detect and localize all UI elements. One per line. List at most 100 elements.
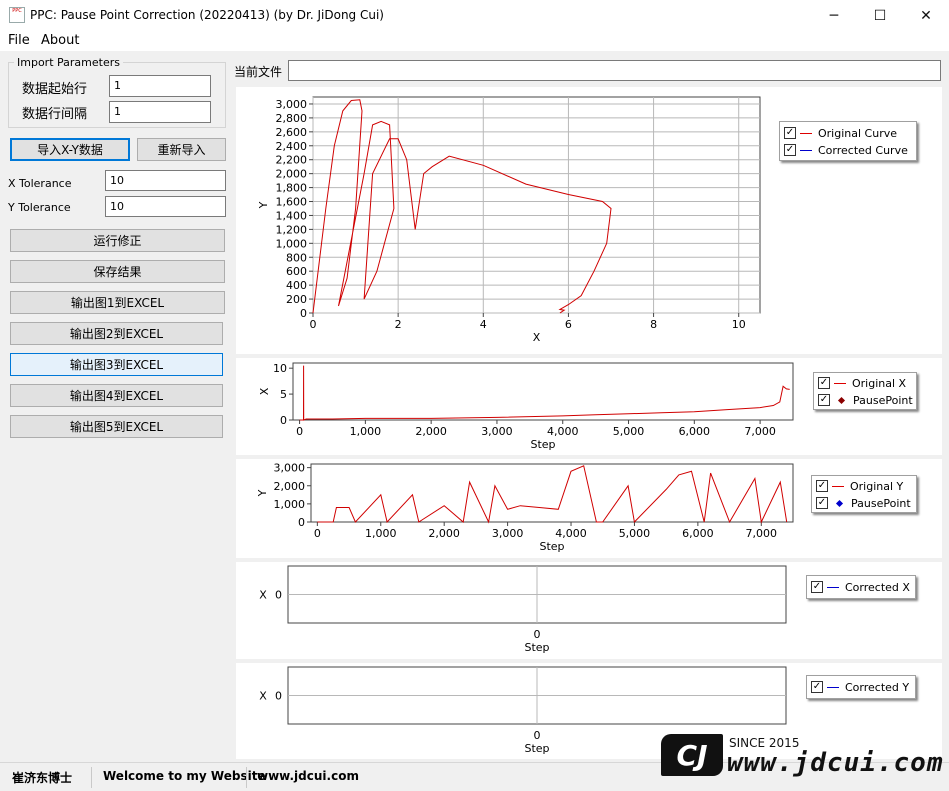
y-tick-label: 2,000 (276, 168, 308, 181)
chart-step-y-legend: ✓ Original Y ✓ PausePoint (811, 475, 917, 513)
row-interval-label: 数据行间隔 (22, 107, 88, 122)
chart-xy-panel: 0 2 4 6 8 10 0 200 400 600 800 1,000 1,200 1,400 1,600… (236, 87, 942, 354)
x-tick-label: 6,000 (679, 425, 711, 438)
x-tolerance-input[interactable]: 10 (105, 170, 226, 191)
original-curve-checkbox[interactable]: ✓ (784, 127, 796, 139)
y-tick-label: 1,000 (274, 498, 306, 511)
original-y-checkbox[interactable]: ✓ (816, 480, 828, 492)
x-axis-label: X (533, 331, 541, 344)
y-tick-label: 1,000 (276, 237, 308, 250)
y-tick-label: 3,000 (274, 462, 306, 475)
export-chart4-button[interactable]: 输出图4到EXCEL (10, 384, 223, 407)
x-tick-label: 1,000 (365, 527, 397, 540)
x-tick-label: 0 (534, 729, 541, 742)
save-results-button[interactable]: 保存结果 (10, 260, 225, 283)
plot-area (292, 362, 794, 421)
export-chart2-button[interactable]: 输出图2到EXCEL (10, 322, 223, 345)
diamond-marker-icon (837, 396, 846, 404)
y-tick-label: 200 (286, 293, 307, 306)
export-chart3-button[interactable]: 输出图3到EXCEL (10, 353, 223, 376)
start-row-input[interactable]: 1 (109, 75, 211, 97)
x-tick-label: 3,000 (481, 425, 513, 438)
legend-corrected-x: ✓ Corrected X (811, 580, 910, 594)
start-row-label: 数据起始行 (22, 82, 88, 97)
import-xy-button[interactable]: 导入X-Y数据 (10, 138, 130, 161)
original-x-checkbox[interactable]: ✓ (818, 377, 830, 389)
legend-line-red (834, 382, 846, 384)
legend-corrected-curve: ✓ Corrected Curve (784, 143, 908, 157)
y-tick-label: 5 (280, 388, 287, 401)
x-tick-label: 4,000 (547, 425, 579, 438)
x-tick-label: 8 (650, 318, 657, 331)
legend-line-red (832, 485, 844, 487)
x-tick-label: 10 (732, 318, 746, 331)
y-tick-label: 0 (280, 414, 287, 427)
diamond-marker-icon (835, 499, 844, 507)
corrected-x-checkbox[interactable]: ✓ (811, 581, 823, 593)
y-tick-label: 0 (298, 516, 305, 529)
legend-pausepoint-x-label: PausePoint (853, 393, 913, 407)
legend-original-y: ✓ Original Y (816, 479, 903, 493)
menu-about[interactable]: About (41, 33, 79, 48)
jdcui-logo-mark: CJ (661, 734, 723, 776)
plot-area (310, 463, 794, 523)
export-chart5-button[interactable]: 输出图5到EXCEL (10, 415, 223, 438)
y-tick-label: 2,000 (274, 480, 306, 493)
corrected-curve-checkbox[interactable]: ✓ (784, 144, 796, 156)
current-file-input[interactable] (288, 60, 941, 81)
close-button[interactable]: ✕ (903, 0, 949, 31)
x-axis-label: Step (539, 540, 564, 553)
x-tick-label: 7,000 (746, 527, 778, 540)
y-axis-label: X (258, 387, 271, 395)
chart-corrected-x-legend: ✓ Corrected X (806, 575, 916, 599)
export-chart1-button[interactable]: 输出图1到EXCEL (10, 291, 225, 314)
x-tick-label: 2 (395, 318, 402, 331)
x-tick-label: 1,000 (350, 425, 382, 438)
x-tick-label: 0 (296, 425, 303, 438)
y-tick-label: 10 (273, 362, 287, 375)
x-tolerance-label: X Tolerance (8, 177, 72, 190)
menu-file[interactable]: File (8, 33, 30, 48)
reimport-button[interactable]: 重新导入 (137, 138, 226, 161)
status-website-link[interactable]: www.jdcui.com (257, 769, 359, 783)
pausepoint-x-checkbox[interactable]: ✓ (818, 394, 830, 406)
y-tolerance-input[interactable]: 10 (105, 196, 226, 217)
y-tick-label: 2,800 (276, 112, 308, 125)
y-tick-label: 400 (286, 279, 307, 292)
legend-corrected-curve-label: Corrected Curve (818, 143, 908, 157)
legend-original-y-label: Original Y (850, 479, 904, 493)
y-tick-label: 600 (286, 265, 307, 278)
minimize-button[interactable]: ─ (811, 0, 857, 31)
legend-original-x-label: Original X (852, 376, 907, 390)
y-axis-label: Y (257, 201, 270, 209)
chart-step-y-panel: 0 1,000 2,000 3,000 4,000 5,000 6,000 7,000 0 1,0… (236, 459, 942, 558)
row-interval-input[interactable]: 1 (109, 101, 211, 123)
app-icon: PPC (9, 7, 25, 23)
legend-corrected-y: ✓ Corrected Y (811, 680, 909, 694)
status-welcome: Welcome to my Website (103, 769, 266, 783)
legend-pausepoint-y: ✓ PausePoint (816, 496, 911, 510)
title-bar: PPC PPC: Pause Point Correction (2022041… (0, 0, 949, 31)
run-correction-button[interactable]: 运行修正 (10, 229, 225, 252)
status-separator (246, 767, 247, 788)
legend-original-curve-label: Original Curve (818, 126, 897, 140)
x-tick-label: 6,000 (682, 527, 714, 540)
x-tick-label: 0 (534, 628, 541, 641)
x-tick-label: 6 (565, 318, 572, 331)
y-tolerance-label: Y Tolerance (8, 201, 71, 214)
pausepoint-y-checkbox[interactable]: ✓ (816, 497, 828, 509)
y-tick-label: 0 (300, 307, 307, 320)
legend-original-x: ✓ Original X (818, 376, 906, 390)
chart-step-x-panel: 0 1,000 2,000 3,000 4,000 5,000 6,000 7,000 0 5 10… (236, 358, 942, 455)
x-tick-label: 5,000 (613, 425, 645, 438)
plot-area (312, 96, 761, 314)
maximize-button[interactable]: ☐ (857, 0, 903, 31)
y-tick-label: 2,200 (276, 154, 308, 167)
x-tick-label: 3,000 (492, 527, 523, 540)
y-tick-label: 2,600 (276, 126, 308, 139)
y-tick-label: 0 (275, 690, 282, 703)
y-tick-label: 800 (286, 251, 307, 264)
corrected-y-checkbox[interactable]: ✓ (811, 681, 823, 693)
x-tick-label: 5,000 (619, 527, 651, 540)
current-file-label: 当前文件 (234, 65, 283, 79)
